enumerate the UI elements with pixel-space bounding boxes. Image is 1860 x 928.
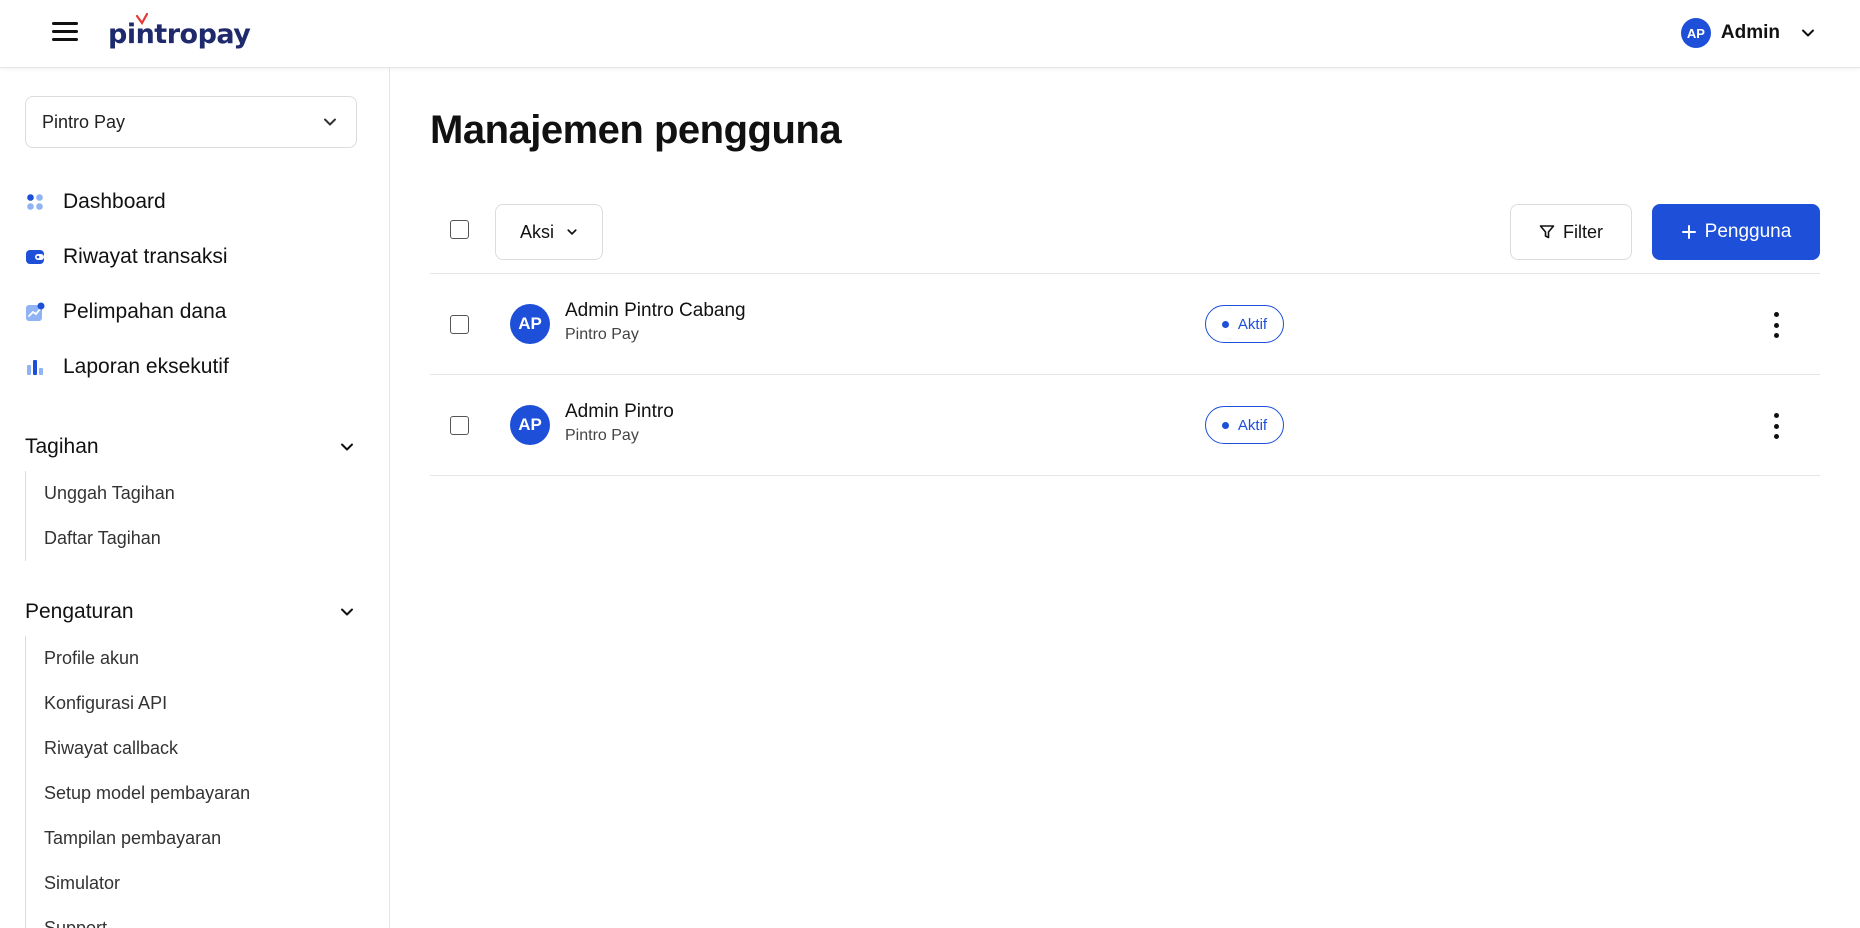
logo-text: pintropay [108, 18, 251, 50]
sidebar-item-unggah-tagihan[interactable]: Unggah Tagihan [26, 471, 175, 516]
sidebar-item-simulator[interactable]: Simulator [26, 861, 250, 906]
table-toolbar: Aksi Filter Pengguna [430, 196, 1820, 262]
user-avatar: AP [1680, 18, 1711, 48]
section-title: Tagihan [25, 435, 99, 458]
add-user-label: Pengguna [1704, 221, 1792, 242]
status-dot-icon [1221, 421, 1229, 429]
avatar: AP [510, 304, 550, 344]
sidebar-item-label: Laporan eksekutif [63, 355, 229, 378]
workspace-select[interactable]: Pintro Pay [25, 96, 357, 148]
add-user-button[interactable]: Pengguna [1652, 204, 1820, 260]
dashboard-icon [25, 192, 45, 212]
sidebar-item-dashboard[interactable]: Dashboard [25, 190, 166, 214]
row-checkbox[interactable] [450, 416, 469, 435]
user-name[interactable]: Admin Pintro Cabang [565, 300, 746, 322]
top-bar: pintropay AP Admin [0, 0, 1860, 68]
more-options-icon[interactable] [1770, 312, 1782, 338]
plus-icon [1681, 225, 1696, 239]
sidebar-item-setup-model-pembayaran[interactable]: Setup model pembayaran [26, 771, 250, 816]
sidebar-item-label: Riwayat transaksi [63, 245, 228, 268]
chevron-down-icon [341, 608, 353, 616]
status-badge: Aktif [1205, 305, 1284, 343]
table-row: AP Admin Pintro Pintro Pay Aktif [430, 375, 1820, 476]
user-table: AP Admin Pintro Cabang Pintro Pay Aktif … [430, 273, 1820, 476]
page-title: Manajemen pengguna [430, 108, 842, 152]
user-org: Pintro Pay [565, 326, 639, 343]
select-all-checkbox[interactable] [450, 220, 469, 239]
aksi-label: Aksi [519, 221, 554, 242]
filter-label: Filter [1563, 221, 1603, 242]
table-row: AP Admin Pintro Cabang Pintro Pay Aktif [430, 274, 1820, 375]
row-checkbox[interactable] [450, 315, 469, 334]
section-title: Pengaturan [25, 600, 134, 623]
sidebar-item-tampilan-pembayaran[interactable]: Tampilan pembayaran [26, 816, 250, 861]
chevron-down-icon [341, 443, 353, 451]
section-pengaturan-toggle[interactable]: Pengaturan [25, 600, 355, 624]
wallet-icon [25, 247, 45, 267]
section-tagihan-toggle[interactable]: Tagihan [25, 435, 355, 459]
status-label: Aktif [1237, 315, 1268, 333]
filter-icon [1539, 225, 1555, 239]
sidebar-item-laporan-eksekutif[interactable]: Laporan eksekutif [25, 355, 229, 379]
more-options-icon[interactable] [1770, 413, 1782, 439]
pengaturan-submenu: Profile akun Konfigurasi API Riwayat cal… [25, 636, 250, 928]
bar-chart-icon [25, 357, 45, 377]
sidebar-item-support[interactable]: Support [26, 906, 250, 928]
user-menu[interactable]: AP Admin [1680, 18, 1816, 48]
sidebar-item-label: Pelimpahan dana [63, 300, 227, 323]
status-dot-icon [1221, 320, 1229, 328]
chevron-down-icon [324, 118, 336, 126]
filter-button[interactable]: Filter [1510, 204, 1632, 260]
avatar: AP [510, 405, 550, 445]
chevron-down-icon [567, 229, 577, 235]
workspace-select-value: Pintro Pay [42, 111, 126, 132]
sidebar-item-daftar-tagihan[interactable]: Daftar Tagihan [26, 516, 175, 561]
hamburger-menu-icon[interactable] [52, 22, 78, 46]
user-org: Pintro Pay [565, 427, 639, 444]
transfer-icon [25, 302, 45, 322]
chevron-down-icon [1802, 29, 1814, 37]
user-name: Admin [1720, 22, 1780, 43]
sidebar-item-konfigurasi-api[interactable]: Konfigurasi API [26, 681, 250, 726]
status-label: Aktif [1237, 416, 1268, 434]
logo-accent-icon [136, 13, 148, 25]
sidebar-item-pelimpahan-dana[interactable]: Pelimpahan dana [25, 300, 226, 324]
aksi-dropdown-button[interactable]: Aksi [495, 204, 603, 260]
sidebar-item-profile-akun[interactable]: Profile akun [26, 636, 250, 681]
user-name[interactable]: Admin Pintro [565, 401, 674, 423]
pintropay-logo[interactable]: pintropay [108, 13, 251, 54]
sidebar: Pintro Pay Dashboard Riwayat transaksi P… [0, 68, 390, 928]
tagihan-submenu: Unggah Tagihan Daftar Tagihan [25, 471, 175, 561]
sidebar-item-riwayat-callback[interactable]: Riwayat callback [26, 726, 250, 771]
sidebar-item-label: Dashboard [63, 190, 166, 213]
sidebar-item-riwayat-transaksi[interactable]: Riwayat transaksi [25, 245, 228, 269]
status-badge: Aktif [1205, 406, 1284, 444]
